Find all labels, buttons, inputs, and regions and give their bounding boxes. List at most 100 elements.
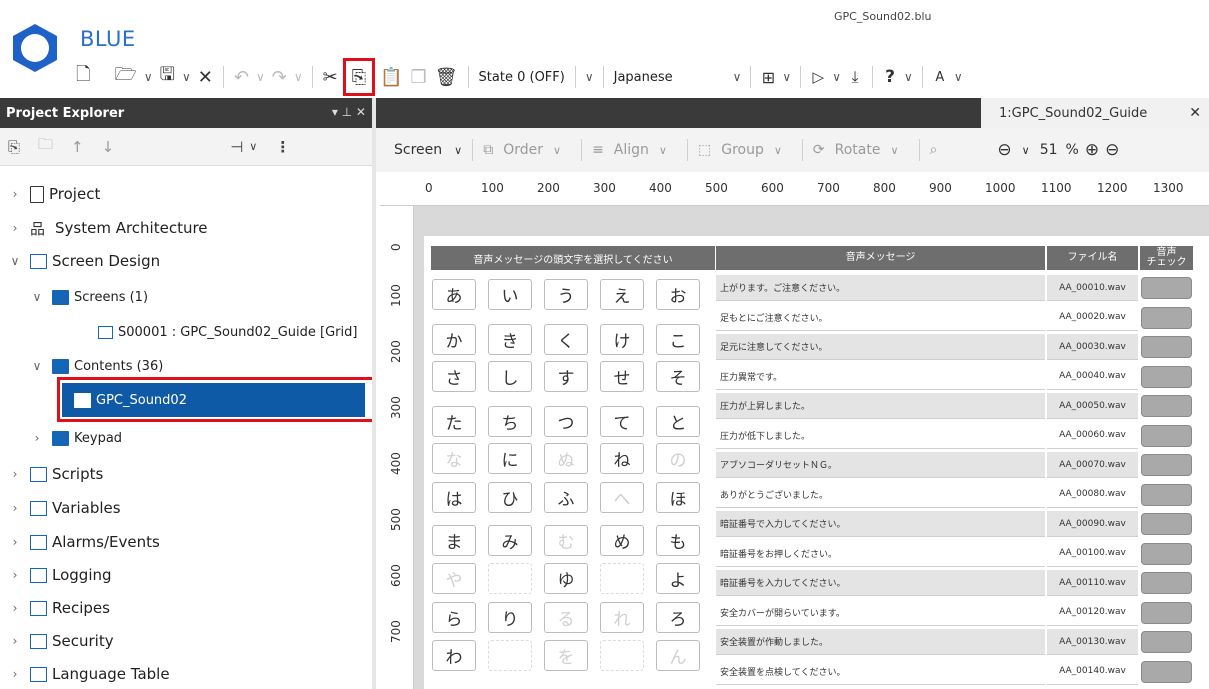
kana-key[interactable]: て: [600, 406, 644, 437]
kana-key[interactable]: し: [488, 361, 532, 392]
kana-key[interactable]: む: [544, 525, 588, 556]
kana-key[interactable]: や: [432, 563, 476, 594]
kana-key[interactable]: た: [432, 406, 476, 437]
kana-key[interactable]: み: [488, 525, 532, 556]
table-row[interactable]: 圧力異常です。 AA_00040.wav: [716, 364, 1209, 391]
table-row[interactable]: 圧力が低下しました。 AA_00060.wav: [716, 423, 1209, 450]
kana-key[interactable]: な: [432, 443, 476, 474]
redo-dropdown-icon[interactable]: ∨: [291, 70, 306, 84]
zoom-in-icon[interactable]: ⊕: [1085, 140, 1099, 160]
kana-key[interactable]: も: [656, 525, 700, 556]
kana-key[interactable]: め: [600, 525, 644, 556]
kana-key[interactable]: う: [544, 279, 588, 310]
kana-key[interactable]: ん: [656, 640, 700, 671]
sound-check-button[interactable]: [1141, 572, 1192, 594]
download-icon[interactable]: ⤓: [844, 63, 866, 91]
zoom-value[interactable]: 51: [1040, 142, 1058, 158]
group-dropdown-icon[interactable]: ∨: [774, 144, 782, 157]
kana-key[interactable]: [488, 563, 532, 594]
table-row[interactable]: 暗証番号をお押しください。 AA_00100.wav: [716, 541, 1209, 568]
tree-item-alarms-events[interactable]: › Alarms/Events: [8, 528, 160, 556]
align-button[interactable]: Align: [614, 142, 649, 158]
sound-check-button[interactable]: [1141, 542, 1192, 565]
tree-item-variables[interactable]: › Variables: [8, 494, 121, 522]
run-dropdown-icon[interactable]: ∨: [829, 70, 844, 84]
close-icon[interactable]: ✕: [194, 63, 217, 91]
sound-check-button[interactable]: [1141, 395, 1192, 417]
kana-key[interactable]: す: [544, 361, 588, 392]
kana-key[interactable]: を: [544, 640, 588, 671]
sound-check-button[interactable]: [1141, 660, 1192, 683]
sound-check-button[interactable]: [1141, 454, 1192, 476]
kana-key[interactable]: は: [432, 482, 476, 513]
collapse-arrow-icon[interactable]: ∨: [30, 359, 44, 373]
kana-key[interactable]: [488, 640, 532, 671]
expand-arrow-icon[interactable]: ›: [30, 431, 44, 445]
run-icon[interactable]: ▷: [807, 63, 829, 91]
collapse-arrow-icon[interactable]: ∨: [8, 254, 22, 268]
kana-key[interactable]: え: [600, 279, 644, 310]
kana-key[interactable]: せ: [600, 361, 644, 392]
state-dropdown-icon[interactable]: ∨: [582, 70, 597, 84]
kana-key[interactable]: ぬ: [544, 443, 588, 474]
expand-arrow-icon[interactable]: ›: [8, 221, 22, 235]
table-row[interactable]: 足元に注意してください。 AA_00030.wav: [716, 334, 1209, 361]
panel-splitter[interactable]: [372, 98, 376, 689]
table-row[interactable]: 安全装置を点検してください。 AA_00140.wav: [716, 659, 1209, 686]
save-dropdown-icon[interactable]: ∨: [179, 70, 194, 84]
help-dropdown-icon[interactable]: ∨: [901, 70, 916, 84]
expand-arrow-icon[interactable]: ›: [8, 634, 22, 648]
tree-item-screens[interactable]: ∨ Screens (1): [30, 283, 148, 311]
kana-key[interactable]: お: [656, 279, 700, 310]
kana-key[interactable]: ろ: [656, 602, 700, 633]
sound-check-button[interactable]: [1141, 631, 1192, 653]
expand-arrow-icon[interactable]: ›: [8, 601, 22, 615]
kana-key[interactable]: へ: [600, 482, 644, 513]
rotate-button[interactable]: Rotate: [835, 142, 881, 158]
kana-key[interactable]: あ: [432, 279, 476, 310]
kana-key[interactable]: こ: [656, 324, 700, 355]
kana-key[interactable]: そ: [656, 361, 700, 392]
screen-menu[interactable]: Screen: [394, 142, 442, 158]
new-file-icon[interactable]: 🗋: [72, 63, 94, 91]
kana-key[interactable]: ね: [600, 443, 644, 474]
undo-dropdown-icon[interactable]: ∨: [253, 70, 268, 84]
expand-arrow-icon[interactable]: ›: [8, 667, 22, 681]
panel-controls[interactable]: ▾ ⊥ ✕: [332, 105, 366, 119]
tree-item-screen-s00001[interactable]: S00001 : GPC_Sound02_Guide [Grid]: [98, 318, 357, 346]
kana-key[interactable]: ほ: [656, 482, 700, 513]
tree-item-language-table[interactable]: › Language Table: [8, 660, 170, 688]
kana-key[interactable]: の: [656, 443, 700, 474]
table-row[interactable]: 暗証番号を入力してください。 AA_00110.wav: [716, 570, 1209, 597]
sound-check-button[interactable]: [1141, 277, 1192, 299]
kana-key[interactable]: ひ: [488, 482, 532, 513]
tree-item-recipes[interactable]: › Recipes: [8, 594, 110, 622]
kana-key[interactable]: [600, 640, 644, 671]
kana-key[interactable]: [600, 563, 644, 594]
font-icon[interactable]: A: [929, 63, 951, 91]
help-icon[interactable]: ?: [879, 63, 901, 91]
kana-key[interactable]: い: [488, 279, 532, 310]
tree-item-logging[interactable]: › Logging: [8, 561, 112, 589]
expand-arrow-icon[interactable]: ›: [8, 501, 22, 515]
open-folder-icon[interactable]: 🗁: [110, 63, 140, 91]
sound-check-button[interactable]: [1141, 306, 1192, 329]
tree-item-scripts[interactable]: › Scripts: [8, 460, 104, 488]
tree-item-project[interactable]: › Project: [8, 180, 101, 208]
kana-key[interactable]: か: [432, 324, 476, 355]
font-dropdown-icon[interactable]: ∨: [951, 70, 966, 84]
tree-item-keypad[interactable]: › Keypad: [30, 424, 122, 452]
zoom-dropdown-icon[interactable]: ∨: [1022, 144, 1030, 157]
kana-key[interactable]: る: [544, 602, 588, 633]
kana-key[interactable]: ま: [432, 525, 476, 556]
tree-item-system-architecture[interactable]: › 品 System Architecture: [8, 214, 208, 242]
pin-icon[interactable]: ⊣: [230, 138, 243, 156]
rotate-dropdown-icon[interactable]: ∨: [890, 144, 898, 157]
layout-icon[interactable]: ⊞: [757, 63, 779, 91]
sound-check-button[interactable]: [1141, 365, 1192, 388]
delete-icon[interactable]: 🗑: [431, 63, 462, 91]
tree-item-contents[interactable]: ∨ Contents (36): [30, 352, 163, 380]
tab-close-icon[interactable]: ✕: [1189, 105, 1201, 121]
kana-key[interactable]: ゆ: [544, 563, 588, 594]
tree-item-gpc-sound02[interactable]: GPC_Sound02: [74, 386, 187, 414]
